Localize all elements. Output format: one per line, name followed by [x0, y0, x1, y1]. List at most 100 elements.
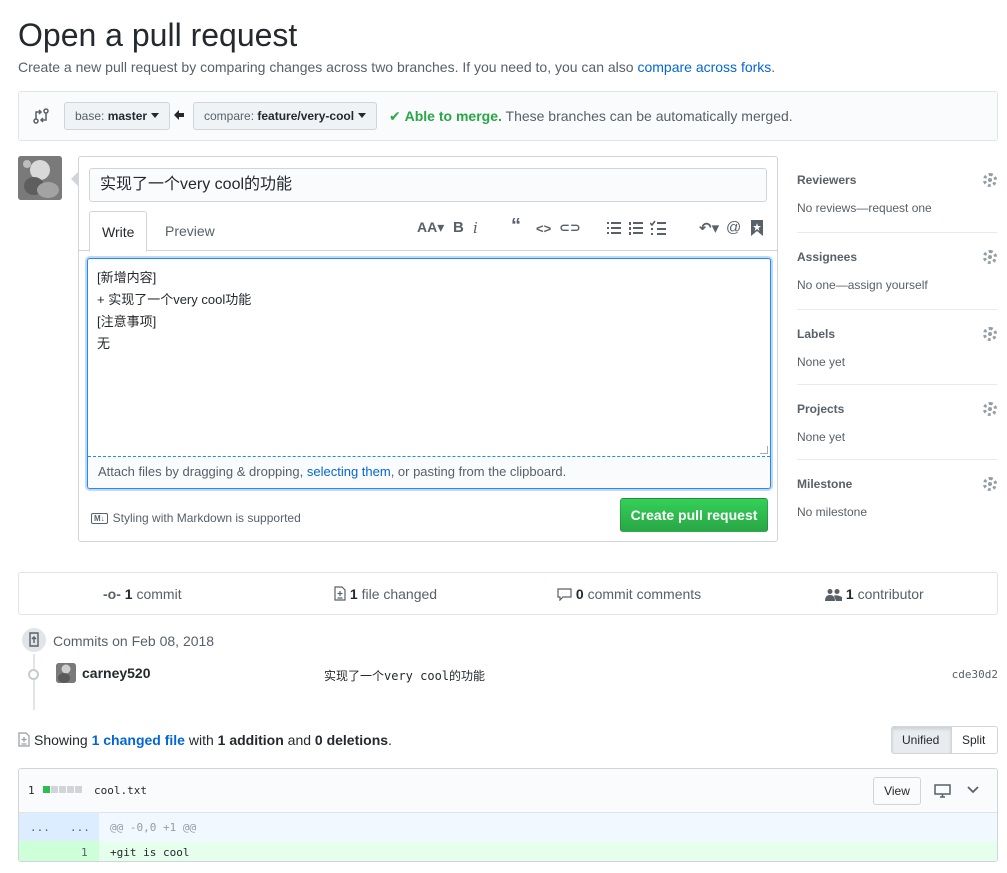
body-line: 无	[97, 336, 111, 351]
overall-summary: -o- 1 commit 1 file changed 0 commit com…	[18, 572, 998, 615]
comment-icon	[557, 588, 572, 602]
tab-write[interactable]: Write	[89, 211, 148, 252]
mention-icon[interactable]: @	[726, 219, 741, 236]
body-line: [注意事项]	[97, 314, 157, 329]
title-input[interactable]: 实现了一个very cool的功能	[89, 168, 767, 202]
reply-icon[interactable]: ↶▾	[699, 219, 719, 237]
file-name[interactable]: cool.txt	[94, 784, 147, 797]
file-diff-icon	[18, 732, 30, 747]
toc-and: and	[283, 732, 315, 748]
commit-author[interactable]: carney520	[82, 665, 151, 681]
attach-text: Attach files by dragging & dropping,	[98, 464, 307, 479]
sidebar-heading: Assignees	[797, 250, 858, 264]
commit-message[interactable]: 实现了一个very cool的功能	[324, 667, 485, 684]
sidebar-value: None yet	[797, 355, 846, 369]
italic-icon[interactable]: i	[473, 219, 478, 237]
compare-branch-name: feature/very-cool	[257, 109, 355, 123]
link-icon[interactable]: ⊂⊃	[559, 220, 581, 236]
merge-status-detail: These branches can be automatically merg…	[501, 108, 793, 124]
commit-sha[interactable]: cde30d2	[952, 668, 998, 681]
files-summary[interactable]: 1 file changed	[334, 586, 437, 602]
hunk-line-numbers[interactable]: ... ...	[19, 813, 99, 841]
repo-push-icon	[20, 626, 48, 654]
addition-line-content: +git is cool	[110, 846, 190, 859]
chevron-down-icon[interactable]	[967, 786, 979, 794]
avatar[interactable]	[18, 156, 62, 200]
markdown-note-label[interactable]: Styling with Markdown is supported	[113, 511, 301, 525]
hunk-expand-right: ...	[70, 821, 90, 834]
sidebar-value[interactable]: No one—assign yourself	[797, 278, 997, 292]
diffstat-block-neutral	[51, 786, 58, 793]
create-pull-request-button[interactable]: Create pull request	[620, 498, 768, 532]
comments-label: commit comments	[583, 586, 702, 602]
base-branch-select[interactable]: base: master	[64, 102, 171, 130]
changed-files-link[interactable]: 1 changed file	[92, 732, 185, 748]
tab-preview[interactable]: Preview	[153, 211, 227, 252]
commits-summary[interactable]: -o- 1 commit	[103, 586, 182, 602]
page-subtitle: Create a new pull request by comparing c…	[18, 59, 775, 75]
task-list-icon[interactable]	[650, 220, 666, 236]
merge-status: ✔ Able to merge. These branches can be a…	[389, 108, 793, 125]
sidebar-heading: Reviewers	[797, 173, 857, 187]
sidebar-value: No milestone	[797, 505, 868, 519]
sidebar-labels: Labels None yet	[797, 327, 997, 385]
commit-author-avatar[interactable]	[56, 663, 76, 683]
compare-across-forks-link[interactable]: compare across forks	[637, 59, 771, 75]
subtitle-text: Create a new pull request by comparing c…	[18, 59, 638, 75]
gear-icon[interactable]	[983, 327, 997, 341]
people-icon	[825, 589, 842, 601]
files-label: file changed	[357, 586, 438, 602]
sidebar-projects: Projects None yet	[797, 402, 997, 460]
contributors-label: contributor	[853, 586, 924, 602]
quote-icon[interactable]: “	[511, 215, 521, 238]
compare-branch-select[interactable]: compare: feature/very-cool	[193, 102, 378, 130]
view-file-button[interactable]: View	[873, 777, 921, 805]
select-files-link[interactable]: selecting them	[307, 464, 391, 479]
commit-icon: -o-	[103, 586, 121, 602]
ordered-list-icon[interactable]	[629, 221, 643, 235]
display-icon[interactable]	[934, 784, 951, 798]
unordered-list-icon[interactable]	[607, 221, 621, 235]
compare-icon	[33, 108, 49, 124]
bold-icon[interactable]: B	[453, 219, 464, 236]
base-branch-name: master	[107, 109, 148, 123]
file-drop-zone[interactable]: Attach files by dragging & dropping, sel…	[88, 456, 770, 488]
avatar-image	[56, 663, 76, 683]
addition-row: 1 +git is cool	[19, 841, 997, 861]
sidebar-value[interactable]: No reviews—request one	[797, 201, 997, 215]
saved-replies-icon[interactable]	[751, 220, 763, 236]
arrow-left-icon	[174, 110, 184, 120]
diffstat-block-neutral	[67, 786, 74, 793]
comment-body-text: [新增内容] + 实现了一个very cool功能 [注意事项] 无	[97, 267, 251, 355]
commits-date-heading: Commits on Feb 08, 2018	[53, 633, 215, 649]
commits-count: 1	[124, 586, 133, 602]
unified-button[interactable]: Unified	[891, 726, 952, 754]
comments-summary[interactable]: 0 commit comments	[557, 586, 701, 602]
contributors-summary[interactable]: 1 contributor	[825, 586, 924, 602]
hunk-header: @@ -0,0 +1 @@	[110, 821, 197, 834]
markdown-icon: M↓	[91, 513, 108, 524]
split-button[interactable]: Split	[951, 726, 998, 754]
resize-handle[interactable]	[760, 446, 768, 454]
line-number[interactable]: 1	[81, 846, 88, 859]
gear-icon[interactable]	[983, 250, 997, 264]
compare-prefix: compare:	[204, 109, 258, 123]
gear-icon[interactable]	[983, 477, 997, 491]
code-icon[interactable]: <>	[536, 221, 551, 236]
comment-body-textarea[interactable]: [新增内容] + 实现了一个very cool功能 [注意事项] 无 Attac…	[87, 258, 771, 489]
file-diff: 1 cool.txt View ... ... @@ -0,0 +1 @@ 1 …	[18, 768, 998, 862]
deletions-count: 0 deletions	[314, 732, 389, 748]
comments-count: 0	[575, 586, 584, 602]
gear-icon[interactable]	[983, 173, 997, 187]
sidebar-milestone: Milestone No milestone	[797, 477, 997, 523]
toc-prefix: Showing	[34, 732, 92, 748]
sidebar-heading: Projects	[797, 402, 845, 416]
body-line: + 实现了一个very cool功能	[97, 292, 252, 307]
contributors-count: 1	[845, 586, 854, 602]
diffstat-block-added	[43, 786, 50, 793]
gear-icon[interactable]	[983, 402, 997, 416]
text-size-icon[interactable]: AA▾	[417, 219, 444, 236]
toc-mid: with	[184, 732, 218, 748]
sidebar-heading: Milestone	[797, 477, 853, 491]
pull-request-form: 实现了一个very cool的功能 Write Preview AA▾ B i …	[71, 156, 778, 542]
